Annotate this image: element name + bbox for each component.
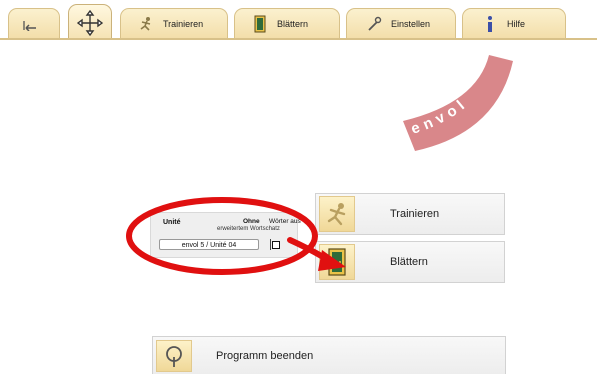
tab-navigate[interactable] xyxy=(68,4,112,40)
tab-label-hilfe: Hilfe xyxy=(507,18,526,29)
tab-back[interactable] xyxy=(8,8,60,38)
blaettern-label: Blättern xyxy=(390,256,428,268)
tab-label-einstellen: Einstellen xyxy=(391,18,431,29)
tab-bar-underline xyxy=(0,38,597,40)
runner-icon xyxy=(137,15,155,33)
trainieren-label: Trainieren xyxy=(390,208,440,220)
tab-einstellen[interactable]: Einstellen xyxy=(346,8,456,38)
programm-beenden-button[interactable]: Programm beenden xyxy=(152,336,506,374)
tab-trainieren[interactable]: Trainieren xyxy=(120,8,228,38)
programm-beenden-label: Programm beenden xyxy=(216,349,314,362)
info-icon xyxy=(481,15,499,33)
tab-bar: Trainieren Blättern Einstellen Hilfe xyxy=(0,0,597,44)
power-icon xyxy=(156,339,192,372)
ohne-woerter-checkbox[interactable] xyxy=(270,239,281,250)
trainieren-button[interactable]: Trainieren xyxy=(315,193,505,235)
tab-label-trainieren: Trainieren xyxy=(163,18,204,29)
tab-hilfe[interactable]: Hilfe xyxy=(462,8,566,38)
tools-icon xyxy=(365,15,383,33)
door-icon xyxy=(251,15,269,33)
column-header-ohne: Ohne xyxy=(243,218,260,225)
tab-blaettern[interactable]: Blättern xyxy=(234,8,340,38)
runner-icon xyxy=(319,196,355,232)
blaettern-button[interactable]: Blättern xyxy=(315,241,505,283)
move-arrows-icon xyxy=(77,9,103,36)
back-arrow-icon xyxy=(21,15,39,33)
column-header-unite: Unité xyxy=(163,219,181,226)
column-header-wortschatz: erweitertem Wortschatz xyxy=(217,226,280,232)
envol-logo: envol xyxy=(403,55,513,151)
unit-select[interactable]: envol 5 / Unité 04 xyxy=(159,239,259,250)
unit-selector-panel: Unité Ohne Wörter aus erweitertem Wortsc… xyxy=(150,212,301,258)
column-header-woerter: Wörter aus xyxy=(269,218,301,225)
checkbox-box xyxy=(272,240,280,249)
door-icon xyxy=(319,244,355,280)
tab-label-blaettern: Blättern xyxy=(277,18,309,29)
